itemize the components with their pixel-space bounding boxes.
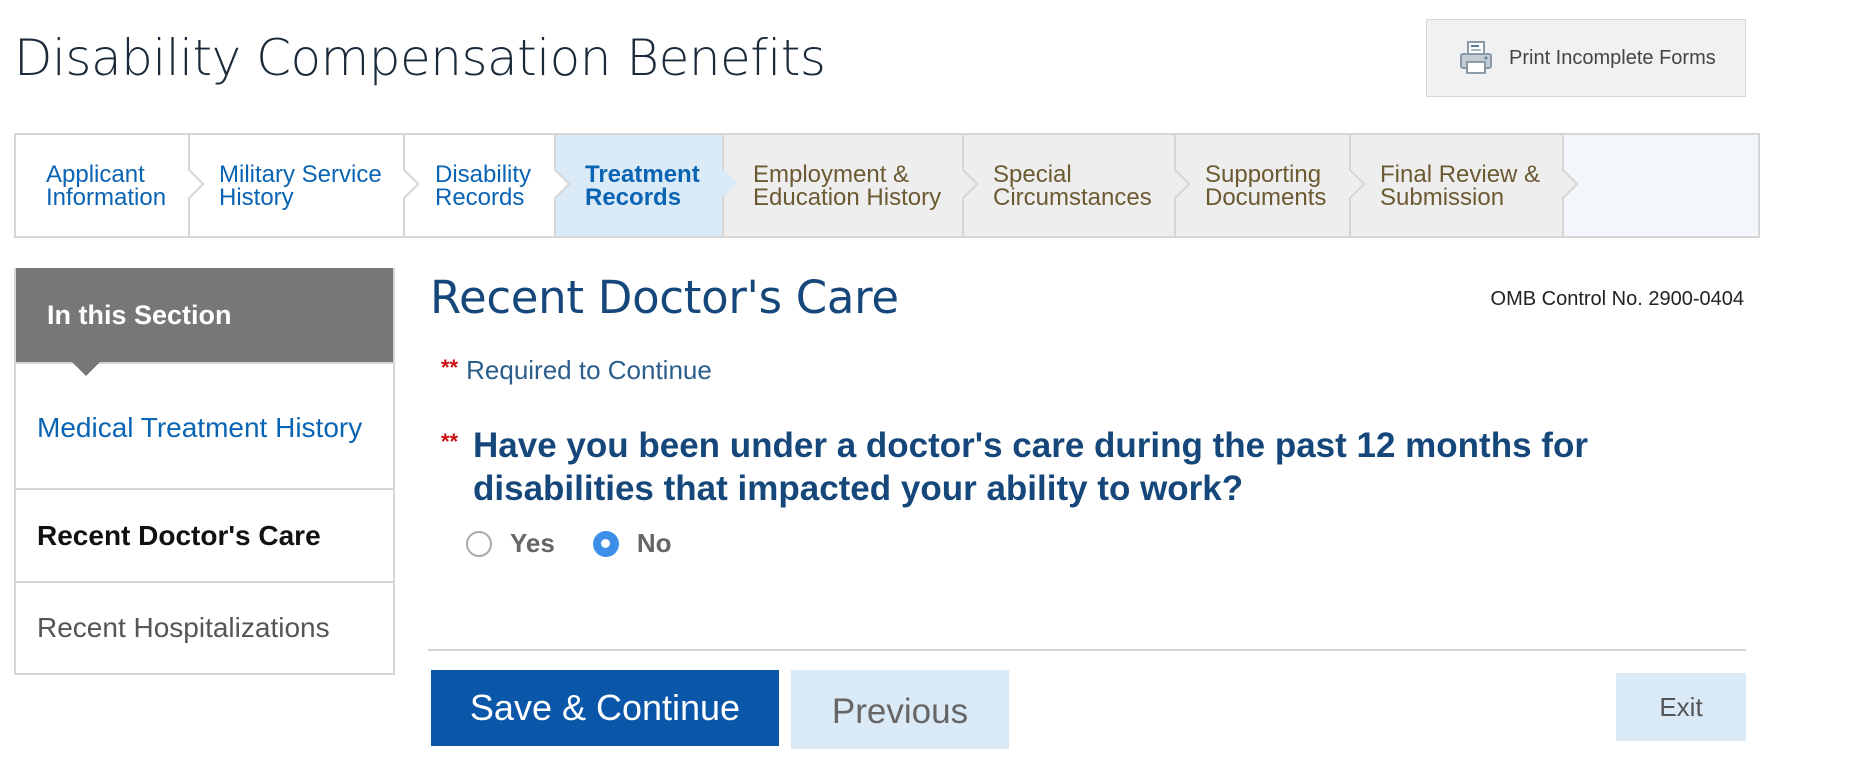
tab-special-circumstances[interactable]: Special Circumstances [964,135,1176,236]
sidebar-item-recent-doctors-care[interactable]: Recent Doctor's Care [16,488,393,581]
tab-final-review-submission[interactable]: Final Review & Submission [1351,135,1564,236]
option-yes-label: Yes [510,528,555,558]
tab-label-line2: History [219,184,294,211]
tab-applicant-information[interactable]: Applicant Information [16,135,190,236]
tab-military-service-history[interactable]: Military Service History [190,135,405,236]
tab-label-line1: Employment & [753,161,910,188]
option-no-label: No [636,528,672,558]
divider [428,649,1746,651]
save-continue-button[interactable]: Save & Continue [431,670,779,746]
radio-selected-dot [601,539,611,548]
tab-label-line1: Treatment [585,161,700,188]
tab-employment-education-history[interactable]: Employment & Education History [724,135,964,236]
option-yes[interactable]: Yes [466,528,555,559]
sidebar-item-recent-hospitalizations[interactable]: Recent Hospitalizations [16,581,393,673]
section-sidebar: In this Section Medical Treatment Histor… [14,268,395,675]
print-button-label: Print Incomplete Forms [1509,46,1716,69]
tab-label-line2: Submission [1380,184,1505,211]
tab-label-line2: Education History [753,184,942,211]
progress-tabs: Applicant Information Military Service H… [14,133,1760,238]
tab-label-line1: Special [993,161,1072,188]
tab-label-line1: Applicant [46,161,145,188]
option-no[interactable]: No [592,528,672,559]
previous-button[interactable]: Previous [791,670,1009,749]
required-note: ** Required to Continue [441,355,712,386]
omb-control-number: OMB Control No. 2900-0404 [1490,288,1744,310]
tab-supporting-documents[interactable]: Supporting Documents [1176,135,1351,236]
tab-label-line2: Information [46,184,167,211]
tab-label-line2: Circumstances [993,184,1152,211]
tab-disability-records[interactable]: Disability Records [405,135,556,236]
tab-label-line2: Records [435,184,525,211]
tab-label-line1: Disability [435,161,532,188]
exit-button[interactable]: Exit [1616,673,1746,741]
section-title: Recent Doctor's Care [430,271,899,324]
printer-icon [1457,38,1497,78]
question-text: Have you been under a doctor's care duri… [473,426,1588,508]
tab-label-line1: Supporting [1205,161,1322,188]
tab-label-line2: Documents [1205,184,1327,211]
tab-label-line1: Final Review & [1380,161,1541,188]
tab-label-line2: Records [585,184,682,211]
sidebar-heading: In this Section [16,268,393,376]
question: ** Have you been under a doctor's care d… [441,424,1701,510]
print-incomplete-forms-button[interactable]: Print Incomplete Forms [1426,19,1746,97]
radio-no[interactable] [592,530,619,557]
answer-radio-group: Yes No [466,528,710,559]
required-text: Required to Continue [466,355,712,385]
required-marker: ** [441,429,459,454]
radio-yes[interactable] [466,530,492,557]
tab-label-line1: Military Service [219,161,382,188]
sidebar-item-medical-treatment-history[interactable]: Medical Treatment History [16,362,393,488]
required-marker: ** [441,355,459,380]
page-title: Disability Compensation Benefits [14,29,826,87]
tab-treatment-records[interactable]: Treatment Records [556,135,724,236]
